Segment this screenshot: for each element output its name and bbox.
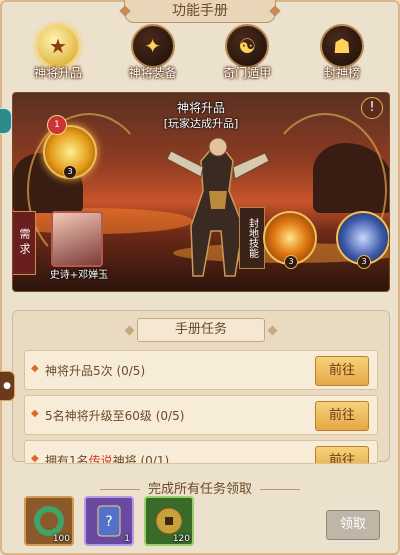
- tab-label: 奇门遁甲: [223, 66, 272, 80]
- expand-handle[interactable]: ●: [0, 371, 15, 401]
- hero-gear-icon: ✦: [130, 24, 175, 68]
- task-text-part: 神将 (0/1): [112, 454, 170, 464]
- reward-count: 1: [124, 534, 130, 544]
- skill-level: 3: [284, 255, 298, 269]
- qimen-icon: ☯: [225, 24, 270, 68]
- skill-tag: 封地技能: [239, 207, 265, 269]
- reward-scroll-card[interactable]: ? 1: [84, 496, 134, 546]
- task-text: 拥有1名传说神将 (0/1): [45, 452, 170, 464]
- task-text: 神将升品5次 (0/5): [45, 364, 146, 378]
- reward-coin[interactable]: 120: [144, 496, 194, 546]
- skill-level: 3: [357, 255, 371, 269]
- task-row: ◆ 5名神将升级至60级 (0/5) 前往: [24, 395, 378, 435]
- bullet-icon: ◆: [31, 453, 39, 464]
- requirement-tag: 需求: [13, 211, 36, 275]
- tab-hero-gear[interactable]: ✦ 神将装备: [123, 24, 183, 84]
- orb-badge: 1: [47, 115, 67, 135]
- bullet-icon: ◆: [31, 408, 39, 419]
- feature-tabs: ★ 神将升品 ✦ 神将装备 ☯ 奇门遁甲 ☗ 封神榜: [28, 24, 372, 84]
- hero-scene: 神将升品 [玩家达成升品] ! 1 3 需求 史诗+邓婵玉 封地技能 3 3: [12, 92, 390, 292]
- tab-label: 神将装备: [128, 66, 177, 80]
- info-icon[interactable]: !: [361, 97, 383, 119]
- tab-fengshen[interactable]: ☗ 封神榜: [312, 24, 372, 84]
- task-section-title: 手册任务: [137, 318, 265, 342]
- reward-jade-ring[interactable]: 100: [24, 496, 74, 546]
- claim-button[interactable]: 领取: [326, 510, 380, 540]
- title-bar: 功能手册: [0, 0, 400, 23]
- hero-advance-icon: ★: [36, 24, 80, 68]
- go-button[interactable]: 前往: [315, 401, 369, 431]
- fengshen-icon: ☗: [319, 24, 364, 68]
- tab-qimen[interactable]: ☯ 奇门遁甲: [217, 24, 277, 84]
- tab-label: 神将升品: [33, 66, 82, 80]
- task-row: ◆ 神将升品5次 (0/5) 前往: [24, 350, 378, 390]
- task-text: 5名神将升级至60级 (0/5): [45, 409, 185, 423]
- go-button[interactable]: 前往: [315, 356, 369, 386]
- task-row: ◆ 拥有1名传说神将 (0/1) 前往: [24, 440, 378, 464]
- page-title: 功能手册: [124, 0, 276, 23]
- task-text-part: 拥有1名: [45, 454, 89, 464]
- tab-hero-advance[interactable]: ★ 神将升品: [28, 24, 88, 84]
- reward-header: 完成所有任务领取: [0, 478, 400, 497]
- portrait-caption: 史诗+邓婵玉: [49, 270, 109, 281]
- bullet-icon: ◆: [31, 363, 39, 374]
- task-text-highlight: 传说: [88, 454, 113, 464]
- go-button[interactable]: 前往: [315, 446, 369, 463]
- orb-level: 3: [63, 165, 77, 179]
- reward-count: 100: [52, 534, 70, 544]
- reward-count: 120: [172, 534, 190, 544]
- svg-text:?: ?: [105, 514, 112, 530]
- hero-portrait[interactable]: [51, 211, 103, 267]
- side-handle[interactable]: [0, 108, 12, 134]
- scene-title: 神将升品: [176, 101, 225, 115]
- tab-label: 封神榜: [323, 66, 360, 80]
